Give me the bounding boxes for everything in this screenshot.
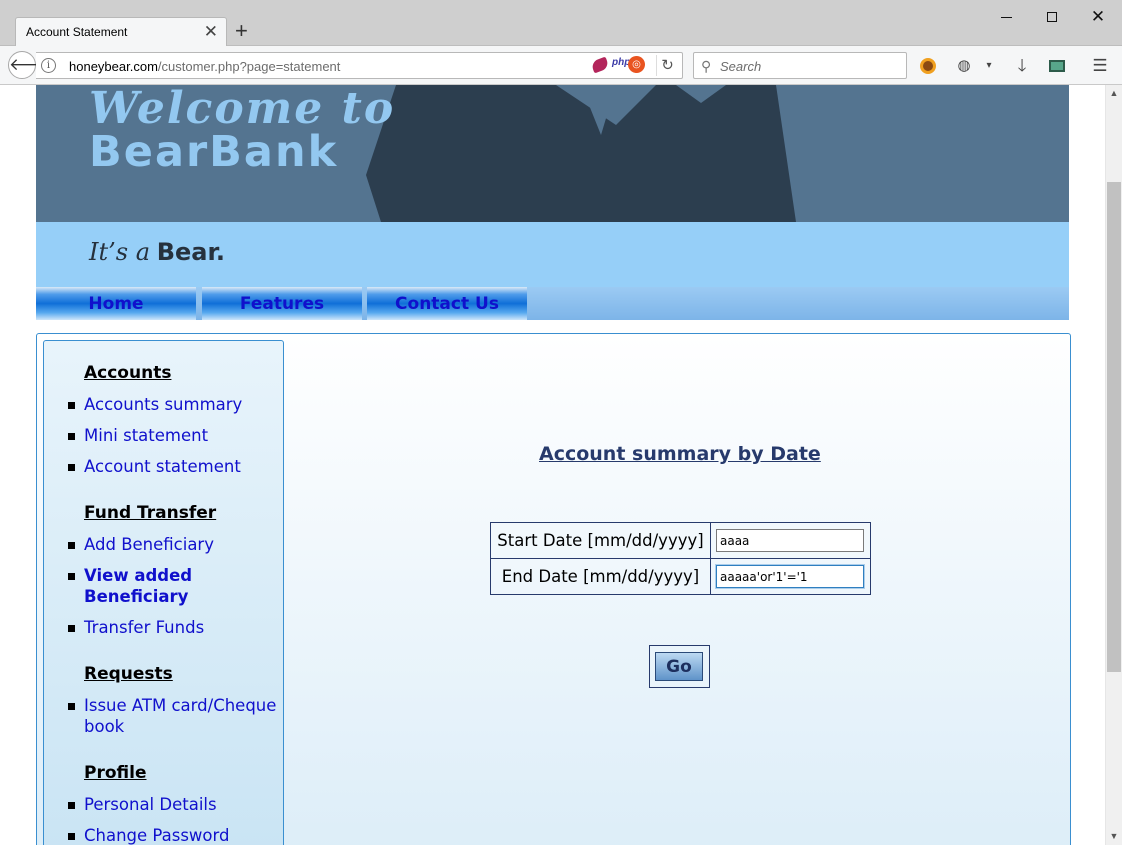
url-text[interactable]: honeybear.com/customer.php?page=statemen… [69,59,340,74]
sidebar-heading-profile: Profile [84,763,147,783]
nav-features[interactable]: Features [202,287,362,320]
sidebar-item-issue-atm-card[interactable]: Issue ATM card/Cheque book [68,695,278,737]
sidebar-heading-requests: Requests [84,664,173,684]
sidebar-item-account-statement[interactable]: Account statement [68,456,278,477]
go-button[interactable]: Go [655,652,703,681]
maximize-window-icon[interactable] [1029,4,1075,30]
page-title: Account summary by Date [539,443,821,465]
browser-tab[interactable]: Account Statement ✕ [15,17,227,47]
cookie-icon[interactable]: ◍ [953,55,975,77]
tagline-band: It’s a Bear. [36,222,1069,287]
sidebar-item-change-password[interactable]: Change Password [68,825,278,845]
hamburger-menu-icon[interactable]: ☰ [1089,55,1111,77]
reload-icon[interactable]: ↻ [656,55,678,76]
search-icon: ⚲ [701,58,712,74]
go-button-frame: Go [649,645,710,688]
site-nav: Home Features Contact Us [36,287,1069,320]
tagline: It’s a Bear. [89,238,225,266]
nav-contact-us[interactable]: Contact Us [367,287,527,320]
search-input[interactable] [720,57,900,75]
sidebar-heading-fund-transfer: Fund Transfer [84,503,217,523]
sidebar-item-view-added-beneficiary[interactable]: View added Beneficiary [68,565,278,607]
scroll-up-icon[interactable]: ▲ [1106,85,1122,102]
banner-brand-text: BearBank [89,127,339,177]
new-tab-icon[interactable]: + [235,19,248,43]
content-panel: Accounts Accounts summary Mini statement… [36,333,1071,845]
sidebar-item-mini-statement[interactable]: Mini statement [68,425,278,446]
page-viewport: Welcome to BearBank It’s a Bear. Home Fe… [0,85,1105,845]
page-scrollbar[interactable]: ▲ ▼ [1105,85,1122,845]
ubuntu-icon[interactable]: ◎ [628,56,645,73]
addon-badge-icon[interactable] [917,55,939,77]
sidebar: Accounts Accounts summary Mini statement… [43,340,284,845]
browser-nav-bar: 🡐 i honeybear.com/customer.php?page=stat… [0,46,1122,85]
close-window-icon[interactable]: ✕ [1075,4,1121,30]
sidebar-item-personal-details[interactable]: Personal Details [68,794,278,815]
sidebar-item-add-beneficiary[interactable]: Add Beneficiary [68,534,278,555]
date-range-form: Start Date [mm/dd/yyyy] End Date [mm/dd/… [490,522,871,595]
bank-banner: Welcome to BearBank [36,85,1069,222]
chevron-down-icon[interactable]: ▾ [981,55,997,77]
close-tab-icon[interactable]: ✕ [204,22,218,42]
scroll-down-icon[interactable]: ▼ [1106,828,1122,845]
start-date-input[interactable] [716,529,864,552]
sidebar-item-accounts-summary[interactable]: Accounts summary [68,394,278,415]
sidebar-item-transfer-funds[interactable]: Transfer Funds [68,617,278,638]
download-icon[interactable]: 🡓 [1011,55,1033,77]
search-bar[interactable]: ⚲ [693,52,907,79]
address-bar[interactable]: i honeybear.com/customer.php?page=statem… [36,52,683,79]
start-date-label: Start Date [mm/dd/yyyy] [490,522,711,559]
end-date-input[interactable] [716,565,864,588]
tab-title: Account Statement [26,25,128,39]
ext-leaf-icon[interactable] [590,56,610,74]
minimize-window-icon[interactable] [983,4,1029,30]
start-date-row: Start Date [mm/dd/yyyy] [490,522,871,559]
end-date-label: End Date [mm/dd/yyyy] [490,558,711,595]
scrollbar-thumb[interactable] [1107,182,1121,672]
back-arrow-icon[interactable]: 🡐 [8,51,55,79]
sidebar-heading-accounts: Accounts [84,363,172,383]
monitor-icon[interactable] [1046,55,1068,77]
nav-home[interactable]: Home [36,287,196,320]
info-icon[interactable]: i [41,58,56,73]
end-date-row: End Date [mm/dd/yyyy] [490,558,871,595]
browser-tab-bar: Account Statement ✕ + ✕ [0,0,1122,47]
